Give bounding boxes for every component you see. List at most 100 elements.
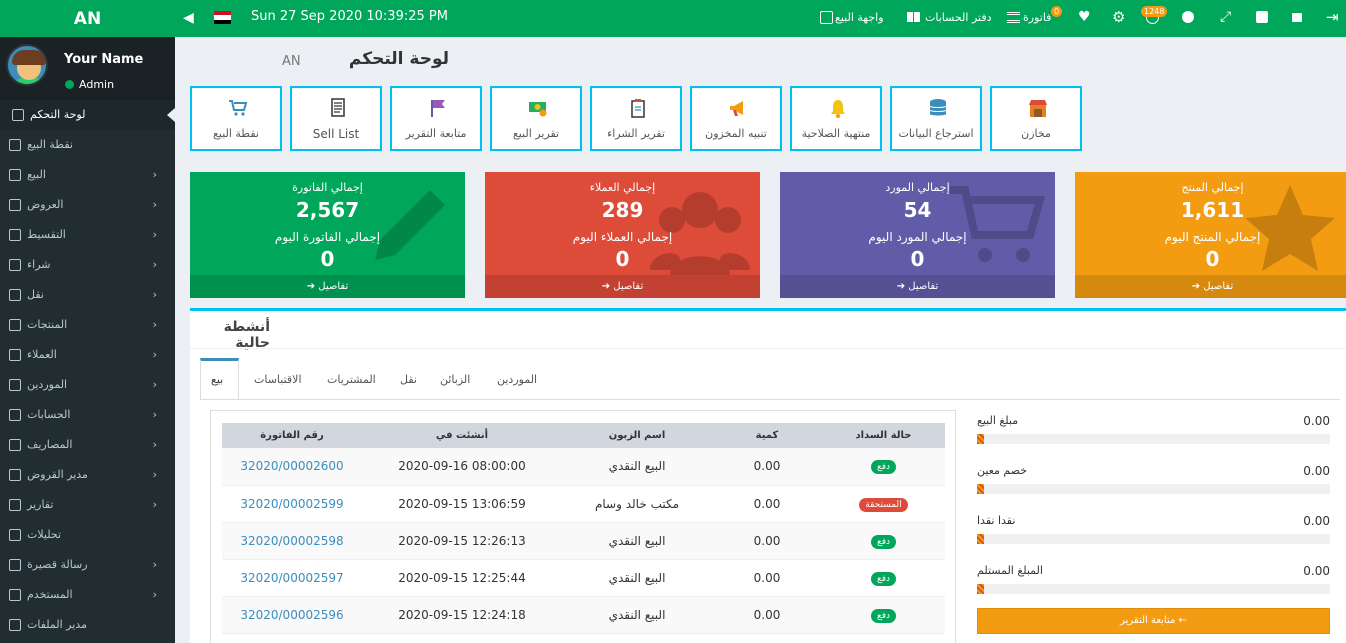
logout-icon[interactable]: ⇥	[1326, 8, 1339, 26]
sidebar-item-loan-manager[interactable]: مدير القروض ‹	[0, 460, 175, 490]
sidebar-item-expenses[interactable]: المصاريف ‹	[0, 430, 175, 460]
shortcut-warehouses[interactable]: مخازن	[990, 86, 1082, 151]
chevron-left-icon: ‹	[152, 198, 157, 211]
user-icon	[9, 589, 21, 601]
details-link[interactable]: تفاصيل ➔	[485, 275, 760, 298]
suppliers-icon	[9, 379, 21, 391]
status-badge: دفع	[870, 571, 897, 586]
sidebar-item-customers[interactable]: العملاء ‹	[0, 340, 175, 370]
flag-icon[interactable]	[214, 11, 231, 24]
details-link[interactable]: تفاصيل ➔	[190, 275, 465, 298]
sidebar-item-analytics[interactable]: تحليلات	[0, 520, 175, 550]
status-badge: المستحقة	[859, 497, 908, 512]
sidebar-item-sell[interactable]: البيع ‹	[0, 160, 175, 190]
sales-table: رقم الفاتورة أنشئت في اسم الزبون كمية حا…	[222, 423, 945, 634]
tab-quotations[interactable]: الاقتباسات	[254, 373, 302, 386]
col-invoice-no: رقم الفاتورة	[222, 423, 362, 448]
minus-icon	[9, 439, 21, 451]
window-icon[interactable]	[1256, 11, 1268, 23]
heart-icon[interactable]: ♥	[1078, 9, 1091, 25]
online-status-icon	[65, 80, 74, 89]
sidebar-item-purchase[interactable]: شراء ‹	[0, 250, 175, 280]
col-created-at: أنشئت في	[362, 423, 562, 448]
account-book-link[interactable]: دفتر الحسابات	[925, 11, 991, 24]
book-icon[interactable]	[907, 12, 920, 22]
help-icon[interactable]	[1182, 11, 1194, 23]
chevron-left-icon: ‹	[152, 348, 157, 361]
gear-icon[interactable]: ⚙	[1112, 8, 1125, 26]
sidebar-item-dashboard[interactable]: لوحة التحكم	[0, 100, 175, 130]
details-link[interactable]: تفاصيل ➔	[1075, 275, 1346, 298]
notification-count-badge: 1248	[1141, 6, 1168, 17]
panel-title: أنشطة حالية	[223, 319, 270, 351]
shortcut-expired[interactable]: منتهية الصلاحية	[790, 86, 882, 151]
shortcut-purchase-report[interactable]: تقرير الشراء	[590, 86, 682, 151]
status-badge: دفع	[870, 534, 897, 549]
user-panel: Your Name Admin	[0, 37, 175, 100]
chevron-left-icon: ‹	[152, 288, 157, 301]
sms-icon	[9, 559, 21, 571]
tab-suppliers[interactable]: الموردين	[497, 373, 537, 386]
list-icon[interactable]	[1007, 12, 1020, 23]
sidebar-item-products[interactable]: المنتجات ‹	[0, 310, 175, 340]
sidebar-item-accounts[interactable]: الحسابات ‹	[0, 400, 175, 430]
sidebar-item-suppliers[interactable]: الموردين ‹	[0, 370, 175, 400]
shortcut-sales-report[interactable]: تقرير البيع	[490, 86, 582, 151]
col-quantity: كمية	[712, 423, 822, 448]
tab-transfer[interactable]: نقل	[400, 373, 417, 386]
sell-interface-link[interactable]: واجهة البيع	[835, 11, 884, 24]
sidebar-toggle-icon[interactable]: ◀	[183, 10, 194, 26]
tab-sell[interactable]: بيع	[211, 373, 223, 386]
pos-screen-icon[interactable]	[820, 11, 833, 24]
avatar[interactable]	[6, 44, 48, 86]
details-link[interactable]: تفاصيل ➔	[780, 275, 1055, 298]
clipboard-icon	[631, 99, 645, 118]
sidebar-item-pos[interactable]: نقطة البيع	[0, 130, 175, 160]
dashboard-icon	[12, 109, 24, 121]
flag-icon	[431, 100, 445, 117]
sidebar-item-sms[interactable]: رسالة قصيرة ‹	[0, 550, 175, 580]
lock-icon[interactable]	[1292, 13, 1302, 22]
sidebar-item-reports[interactable]: تقارير ‹	[0, 490, 175, 520]
database-icon	[929, 99, 947, 116]
status-badge: دفع	[870, 460, 897, 475]
stat-total-products: إجمالي المنتج 1,611 إجمالي المنتج اليوم …	[1075, 172, 1346, 298]
col-payment-status: حالة السداد	[822, 423, 945, 448]
sell-icon	[9, 169, 21, 181]
recent-activities-panel: أنشطة حالية بيع الاقتباسات المشتريات نقل…	[190, 308, 1346, 643]
summary-received-amount: المبلغ المستلم 0.00	[977, 564, 1330, 604]
sidebar-item-quotations[interactable]: العروض ‹	[0, 190, 175, 220]
tab-purchases[interactable]: المشتريات	[327, 373, 376, 386]
shortcut-pos[interactable]: نقطة البيع	[190, 86, 282, 151]
table-row[interactable]: 32020/00002596 2020-09-15 12:24:18 البيع…	[222, 596, 945, 634]
shortcut-report-follow[interactable]: متابعة التقرير	[390, 86, 482, 151]
shortcut-stock-alert[interactable]: تنبيه المخزون	[690, 86, 782, 151]
progress-bar	[977, 534, 1330, 544]
table-row[interactable]: 32020/00002598 2020-09-15 12:26:13 البيع…	[222, 522, 945, 560]
summary-discount: خصم معين 0.00	[977, 464, 1330, 504]
chevron-left-icon: ‹	[152, 588, 157, 601]
table-row[interactable]: 32020/00002597 2020-09-15 12:25:44 البيع…	[222, 559, 945, 597]
progress-bar	[977, 434, 1330, 444]
pos-icon	[9, 139, 21, 151]
customers-icon	[9, 349, 21, 361]
loan-icon	[9, 469, 21, 481]
stat-total-customers: إجمالي العملاء 289 إجمالي العملاء اليوم …	[485, 172, 760, 298]
sidebar-item-users[interactable]: المستخدم ‹	[0, 580, 175, 610]
table-row[interactable]: 32020/00002600 2020-09-16 08:00:00 البيع…	[222, 448, 945, 486]
tab-customers[interactable]: الزبائن	[440, 373, 470, 386]
sidebar-item-transfer[interactable]: نقل ‹	[0, 280, 175, 310]
summary-sale-amount: مبلغ البيع 0.00	[977, 414, 1330, 454]
shortcut-sell-list[interactable]: Sell List	[290, 86, 382, 151]
invoice-link[interactable]: فاتورة	[1023, 11, 1051, 24]
chevron-left-icon: ‹	[152, 468, 157, 481]
brand-logo[interactable]: AN	[0, 0, 175, 37]
report-follow-button[interactable]: ← متابعة التقرير	[977, 608, 1330, 634]
analytics-icon	[9, 529, 21, 541]
table-row[interactable]: 32020/00002599 2020-09-15 13:06:59 مكتب …	[222, 485, 945, 523]
page-subtitle: AN	[282, 54, 301, 69]
sidebar-item-installment[interactable]: التقسيط ‹	[0, 220, 175, 250]
sidebar-item-file-manager[interactable]: مدير الملفات	[0, 610, 175, 640]
shortcut-data-restore[interactable]: استرجاع البيانات	[890, 86, 982, 151]
fullscreen-icon[interactable]: ⤢	[1220, 9, 1233, 25]
